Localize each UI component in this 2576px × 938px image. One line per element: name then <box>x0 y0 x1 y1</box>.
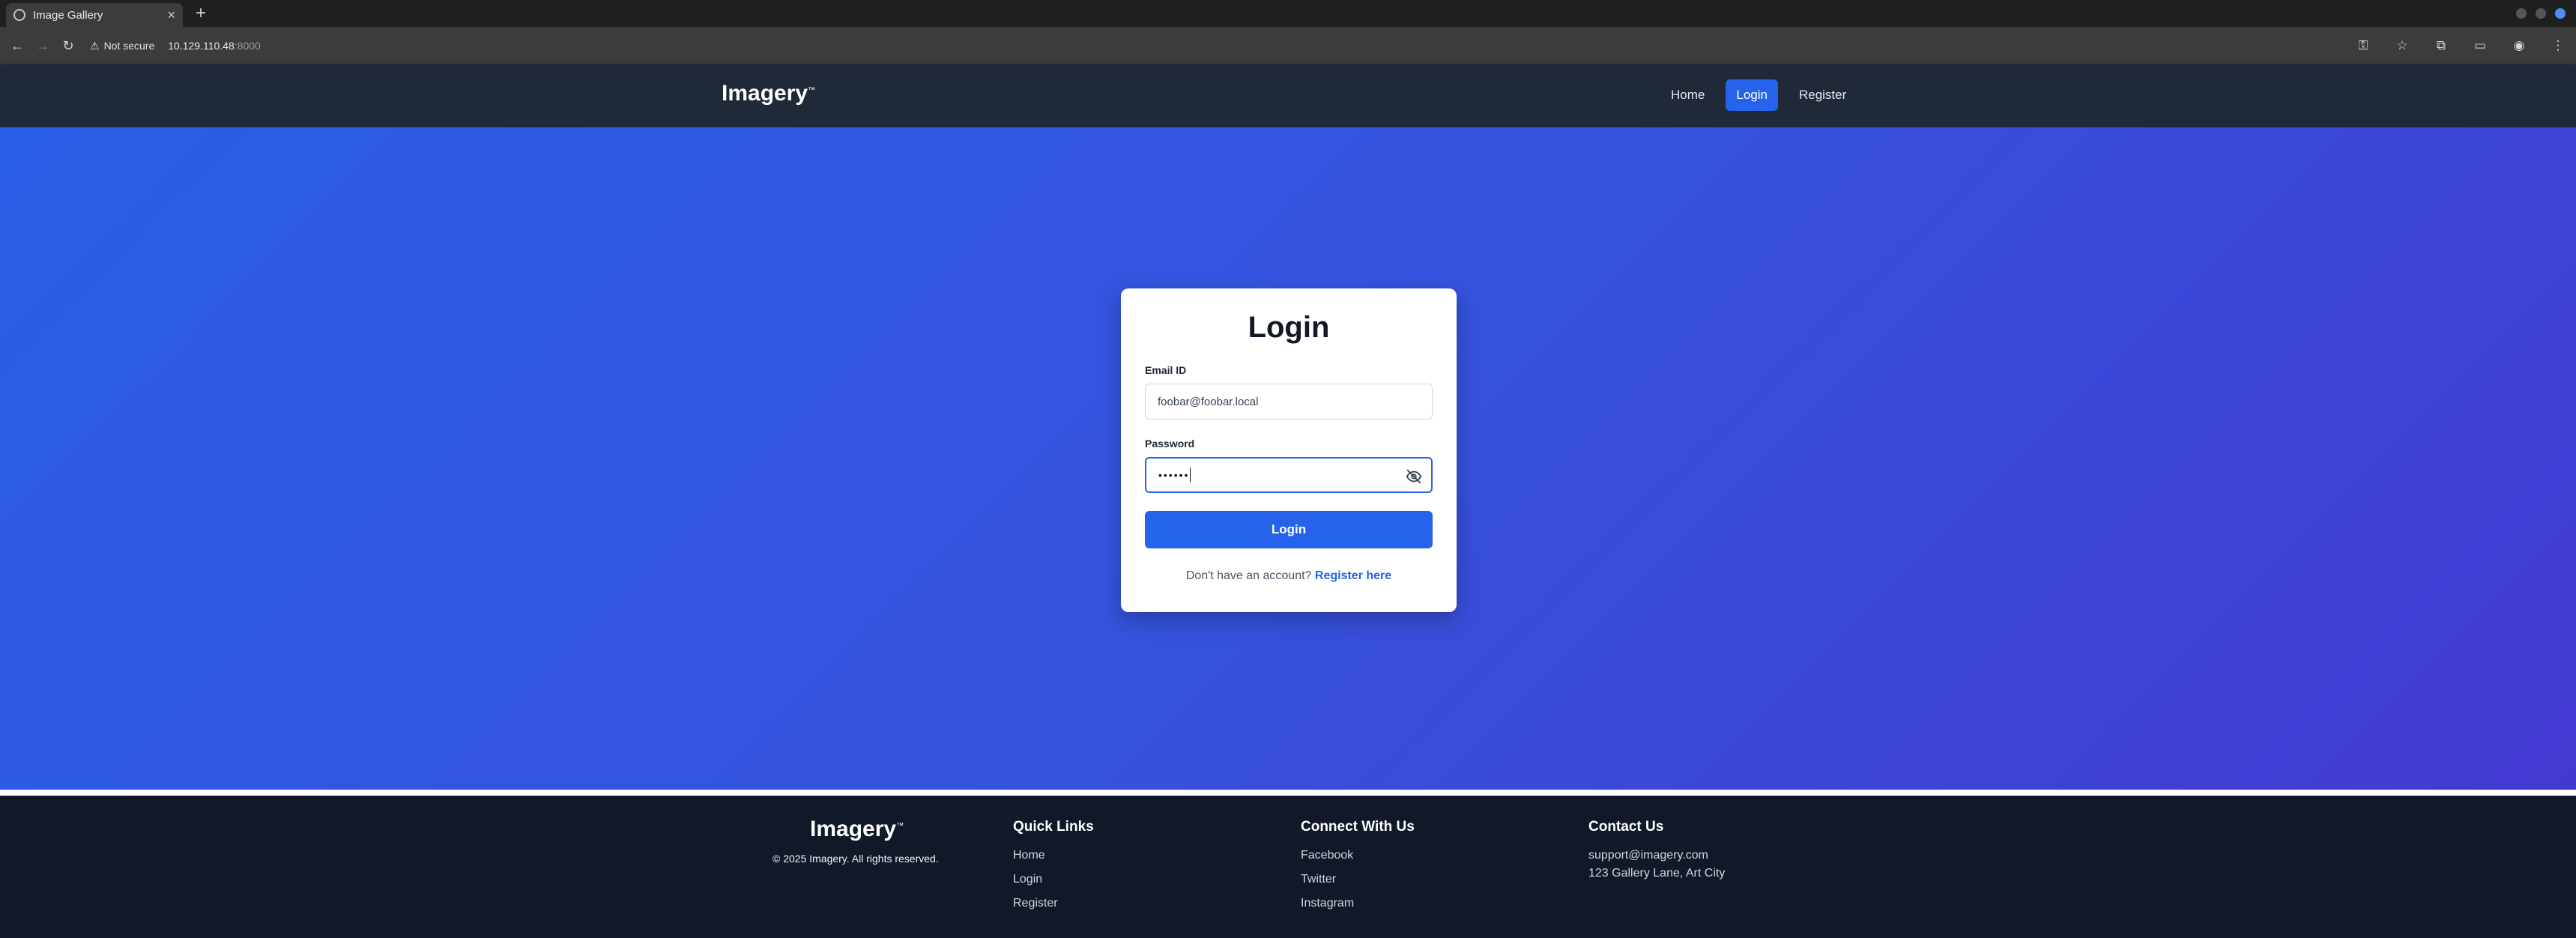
facebook-link[interactable]: Facebook <box>1301 849 1415 862</box>
email-value: foobar@foobar.local <box>1158 395 1259 408</box>
email-field[interactable]: foobar@foobar.local <box>1145 384 1433 420</box>
footer-contact: Contact Us support@imagery.com 123 Galle… <box>1588 819 1725 885</box>
brand-text: Imagery <box>722 81 808 106</box>
address-bar[interactable]: ⚠ Not secure 10.129.110.48:8000 <box>90 33 261 58</box>
footer-brand: Imagery™ <box>810 817 904 842</box>
footer-brand-trademark: ™ <box>896 822 904 830</box>
menu-icon[interactable]: ⋮ <box>2551 38 2566 53</box>
new-tab-icon[interactable]: + <box>190 3 211 24</box>
login-card: Login Email ID foobar@foobar.local Passw… <box>1121 288 1457 612</box>
eye-off-icon[interactable] <box>1406 468 1422 485</box>
footer-home-link[interactable]: Home <box>1013 849 1094 862</box>
twitter-link[interactable]: Twitter <box>1301 873 1415 886</box>
key-icon[interactable]: ⚿ <box>2356 38 2371 53</box>
password-value: •••••• <box>1158 469 1190 481</box>
nav-home-link[interactable]: Home <box>1660 79 1715 111</box>
social-heading: Connect With Us <box>1301 819 1415 835</box>
security-label[interactable]: Not secure <box>104 40 155 52</box>
star-icon[interactable]: ☆ <box>2395 38 2410 53</box>
browser-actions: ⚿ ☆ ⧉ ▭ ◉ ⋮ <box>2356 27 2576 64</box>
back-icon[interactable]: ← <box>9 37 25 54</box>
profile-icon[interactable]: ◉ <box>2512 38 2527 53</box>
reload-icon[interactable]: ↻ <box>60 37 76 54</box>
browser-tabstrip: Image Gallery × + <box>0 0 2576 27</box>
footer-quick-links: Quick Links Home Login Register <box>1013 819 1094 921</box>
password-field[interactable]: •••••• <box>1145 457 1433 493</box>
brand-trademark: ™ <box>808 86 816 94</box>
nav-register-link[interactable]: Register <box>1789 79 1857 111</box>
close-window-icon[interactable] <box>2555 8 2566 19</box>
quick-links-heading: Quick Links <box>1013 819 1094 835</box>
sidepanel-icon[interactable]: ▭ <box>2473 38 2488 53</box>
login-submit-button[interactable]: Login <box>1145 511 1433 548</box>
footer-copyright: © 2025 Imagery. All rights reserved. <box>773 853 939 865</box>
minimize-icon[interactable] <box>2516 8 2527 19</box>
text-caret <box>1190 468 1191 482</box>
brand-logo[interactable]: Imagery™ <box>722 81 815 106</box>
globe-icon <box>13 9 25 21</box>
url-host[interactable]: 10.129.110.48 <box>168 40 235 52</box>
login-title: Login <box>1248 311 1330 344</box>
email-label: Email ID <box>1145 364 1187 376</box>
footer-login-link[interactable]: Login <box>1013 873 1094 886</box>
forward-icon[interactable]: → <box>34 37 51 54</box>
footer-social: Connect With Us Facebook Twitter Instagr… <box>1301 819 1415 921</box>
hero-section: Login Email ID foobar@foobar.local Passw… <box>0 127 2576 790</box>
footer-divider <box>0 790 2576 796</box>
extensions-icon[interactable]: ⧉ <box>2434 38 2449 53</box>
browser-tab[interactable]: Image Gallery × <box>6 3 183 27</box>
contact-heading: Contact Us <box>1588 819 1664 835</box>
contact-address: 123 Gallery Lane, Art City <box>1588 867 1726 880</box>
tab-title: Image Gallery <box>33 8 103 22</box>
signup-prompt: Don't have an account? Register here <box>1145 569 1433 583</box>
url-port[interactable]: :8000 <box>235 40 261 52</box>
signup-prompt-text: Don't have an account? <box>1185 569 1312 582</box>
register-here-link[interactable]: Register here <box>1315 569 1391 582</box>
maximize-icon[interactable] <box>2536 8 2546 19</box>
footer-register-link[interactable]: Register <box>1013 897 1094 910</box>
browser-toolbar: ← → ↻ ⚠ Not secure 10.129.110.48:8000 ⚿ … <box>0 27 2576 64</box>
password-label: Password <box>1145 438 1195 450</box>
tab-close-icon[interactable]: × <box>167 7 175 23</box>
instagram-link[interactable]: Instagram <box>1301 897 1415 910</box>
nav-login-link[interactable]: Login <box>1726 79 1778 111</box>
warning-icon[interactable]: ⚠ <box>90 40 100 52</box>
footer-brand-text: Imagery <box>810 817 897 841</box>
app-navbar: Imagery™ Home Login Register <box>0 64 2576 127</box>
site-footer: Imagery™ © 2025 Imagery. All rights rese… <box>0 796 2576 938</box>
nav-links: Home Login Register <box>1660 79 1857 111</box>
contact-email: support@imagery.com <box>1588 849 1708 862</box>
